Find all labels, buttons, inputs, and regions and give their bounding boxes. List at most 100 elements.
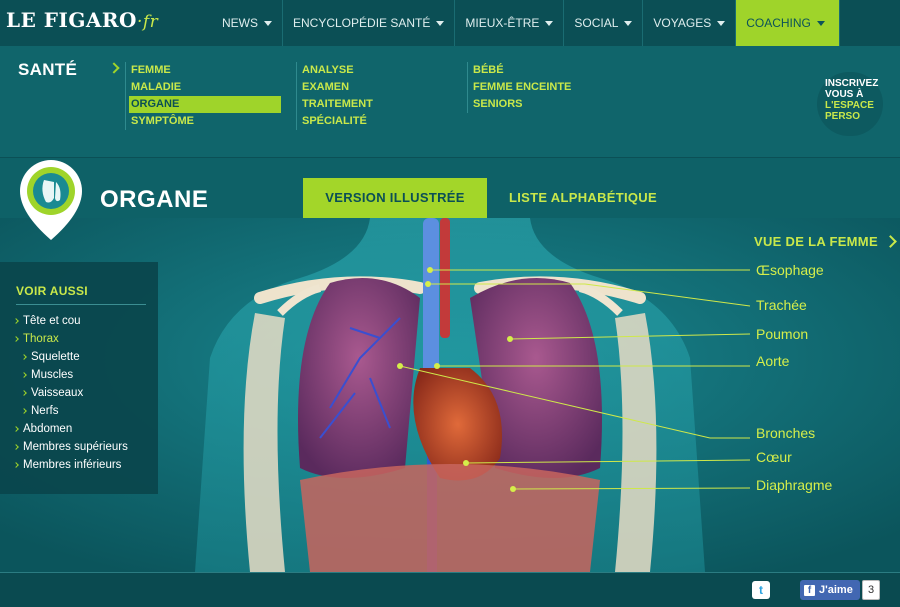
voir-aussi-item-nerfs[interactable]: Nerfs: [14, 402, 128, 420]
main-nav: NEWS ENCYCLOPÉDIE SANTÉ MIEUX-ÊTRE SOCIA…: [212, 0, 840, 46]
chevron-down-icon: [545, 20, 554, 26]
dot-aorte: [434, 363, 440, 369]
sante-title[interactable]: SANTÉ: [18, 60, 77, 80]
menu-item-specialite[interactable]: SPÉCIALITÉ: [300, 113, 373, 130]
voir-aussi-item-label: Membres supérieurs: [23, 441, 128, 453]
menu-item-organe[interactable]: ORGANE: [129, 96, 281, 113]
chevron-right-icon: [13, 462, 19, 468]
voir-aussi-item-label: Nerfs: [31, 405, 59, 417]
nav-social[interactable]: SOCIAL: [564, 0, 644, 46]
inscrivez-line-1: INSCRIVEZ: [825, 78, 879, 89]
menu-item-femme-enceinte[interactable]: FEMME ENCEINTE: [471, 79, 571, 96]
tab-version-illustree[interactable]: VERSION ILLUSTRÉE: [303, 178, 487, 218]
vue-de-la-femme-link[interactable]: VUE DE LA FEMME: [754, 234, 897, 249]
nav-coaching-label: COACHING: [746, 16, 811, 30]
menu-item-examen[interactable]: EXAMEN: [300, 79, 373, 96]
chevron-right-icon: [884, 235, 897, 248]
chevron-right-icon: [13, 336, 19, 342]
nav-news[interactable]: NEWS: [212, 0, 283, 46]
menu-item-femme[interactable]: FEMME: [129, 62, 281, 79]
voir-aussi-item-thorax[interactable]: Thorax: [13, 330, 128, 348]
site-logo[interactable]: LE FIGARO·fr: [6, 8, 158, 32]
like-count: 3: [862, 580, 880, 600]
inscrivez-line-3: L'ESPACE: [825, 100, 874, 111]
voir-aussi-item-tete-et-cou[interactable]: Tête et cou: [13, 312, 128, 330]
organ-label-diaphragme[interactable]: Diaphragme: [756, 477, 832, 493]
voir-aussi-item-membres-inferieurs[interactable]: Membres inférieurs: [13, 456, 128, 474]
aorta: [440, 218, 450, 338]
voir-aussi-item-label: Tête et cou: [23, 315, 81, 327]
inscrivez-line-2: VOUS À: [825, 89, 864, 100]
menu-column-3: BÉBÉ FEMME ENCEINTE SENIORS: [467, 62, 571, 113]
dot-trachee: [425, 281, 431, 287]
menu-item-analyse[interactable]: ANALYSE: [300, 62, 373, 79]
voir-aussi-item-muscles[interactable]: Muscles: [14, 366, 128, 384]
organ-label-coeur[interactable]: Cœur: [756, 449, 792, 465]
dot-bronches: [397, 363, 403, 369]
menu-item-symptome[interactable]: SYMPTÔME: [129, 113, 281, 130]
voir-aussi-item-membres-superieurs[interactable]: Membres supérieurs: [13, 438, 128, 456]
nav-mieux-etre[interactable]: MIEUX-ÊTRE: [455, 0, 565, 46]
footer-bar: t f J'aime 3: [0, 572, 900, 607]
voir-aussi-item-label: Vaisseaux: [31, 387, 84, 399]
sante-menu-panel: SANTÉ FEMME MALADIE ORGANE SYMPTÔME ANAL…: [0, 46, 900, 158]
menu-item-bebe[interactable]: BÉBÉ: [471, 62, 571, 79]
chevron-down-icon: [717, 20, 726, 26]
organ-label-bronches[interactable]: Bronches: [756, 425, 815, 441]
chevron-down-icon: [816, 20, 825, 26]
chevron-right-icon: [21, 390, 27, 396]
tab-liste-alphabetique[interactable]: LISTE ALPHABÉTIQUE: [503, 178, 663, 218]
menu-item-traitement[interactable]: TRAITEMENT: [300, 96, 373, 113]
logo-main: LE FIGARO: [6, 8, 137, 32]
voir-aussi-item-label: Squelette: [31, 351, 80, 363]
voir-aussi-item-abdomen[interactable]: Abdomen: [13, 420, 128, 438]
facebook-icon: f: [804, 584, 815, 596]
voir-aussi-list: Tête et cou Thorax Squelette Muscles Vai…: [13, 312, 128, 474]
nav-mieux-etre-label: MIEUX-ÊTRE: [465, 16, 540, 30]
chevron-right-icon: [13, 444, 19, 450]
organe-pin-icon: [20, 160, 82, 240]
voir-aussi-item-label: Muscles: [31, 369, 74, 381]
nav-encyclopedie[interactable]: ENCYCLOPÉDIE SANTÉ: [283, 0, 456, 46]
vue-de-la-femme-label: VUE DE LA FEMME: [754, 234, 878, 249]
chevron-right-icon: [13, 426, 19, 432]
chevron-down-icon: [264, 20, 272, 26]
menu-item-seniors[interactable]: SENIORS: [471, 96, 571, 113]
nav-encyclopedie-label: ENCYCLOPÉDIE SANTÉ: [293, 16, 431, 30]
nav-coaching[interactable]: COACHING: [736, 0, 840, 46]
chevron-down-icon: [436, 20, 445, 26]
chevron-down-icon: [624, 20, 633, 26]
diaphragm: [300, 464, 600, 572]
organ-label-trachee[interactable]: Trachée: [756, 297, 807, 313]
organ-label-poumon[interactable]: Poumon: [756, 326, 808, 342]
divider: [16, 304, 146, 305]
chevron-right-icon: [21, 408, 27, 414]
nav-news-label: NEWS: [222, 16, 258, 30]
organ-label-aorte[interactable]: Aorte: [756, 353, 789, 369]
facebook-like-button[interactable]: f J'aime: [800, 580, 860, 600]
inscrivez-espace-perso-button[interactable]: INSCRIVEZ VOUS À L'ESPACE PERSO: [817, 72, 883, 136]
voir-aussi-item-squelette[interactable]: Squelette: [14, 348, 128, 366]
left-lung: [298, 278, 420, 478]
nav-voyages[interactable]: VOYAGES: [643, 0, 737, 46]
menu-item-maladie[interactable]: MALADIE: [129, 79, 281, 96]
voir-aussi-title: VOIR AUSSI: [16, 284, 88, 298]
voir-aussi-item-vaisseaux[interactable]: Vaisseaux: [14, 384, 128, 402]
dot-poumon: [507, 336, 513, 342]
dot-oesophage: [427, 267, 433, 273]
like-label: J'aime: [819, 584, 853, 596]
chevron-right-icon: [13, 318, 19, 324]
nav-social-label: SOCIAL: [574, 16, 619, 30]
twitter-icon[interactable]: t: [752, 581, 770, 599]
voir-aussi-item-label: Membres inférieurs: [23, 459, 122, 471]
chevron-right-icon: [21, 354, 27, 360]
menu-column-1: FEMME MALADIE ORGANE SYMPTÔME: [125, 62, 281, 130]
organ-label-oesophage[interactable]: Œsophage: [756, 262, 824, 278]
dot-coeur: [463, 460, 469, 466]
chevron-right-icon: [21, 372, 27, 378]
inscrivez-line-4: PERSO: [825, 111, 861, 122]
voir-aussi-panel: VOIR AUSSI Tête et cou Thorax Squelette …: [0, 262, 158, 494]
voir-aussi-item-label: Thorax: [23, 333, 59, 345]
chevron-right-icon: [108, 62, 120, 74]
page-title: ORGANE: [100, 186, 209, 213]
